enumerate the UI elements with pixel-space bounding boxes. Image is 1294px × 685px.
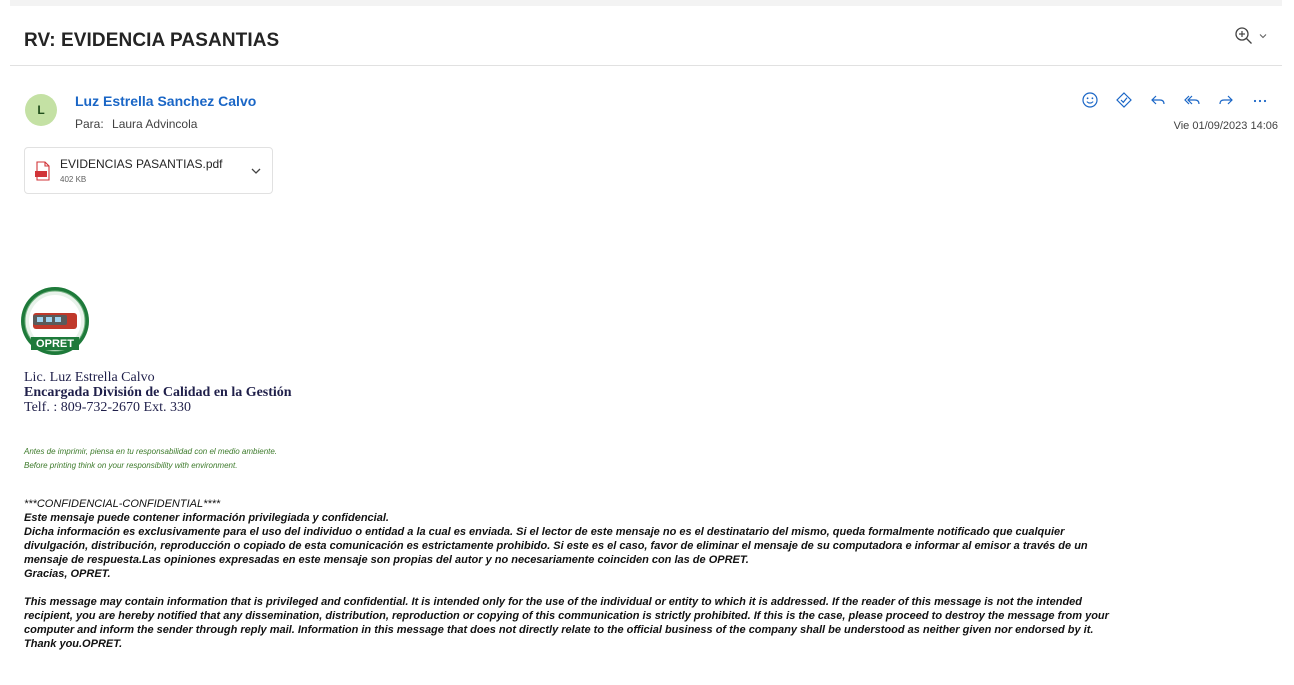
confidential-en-line2: recipient, you are hereby notified that …: [24, 610, 1109, 622]
reply-button[interactable]: [1148, 90, 1168, 110]
attachment-name: EVIDENCIAS PASANTIAS.pdf: [60, 157, 223, 171]
signature-block: Lic. Luz Estrella Calvo Encargada Divisi…: [24, 370, 292, 415]
smiley-icon: [1082, 92, 1098, 108]
opret-logo: OPRET: [21, 287, 89, 355]
signature-phone: Telf. : 809-732-2670 Ext. 330: [24, 400, 191, 415]
eco-notice: Antes de imprimir, piensa en tu responsa…: [24, 445, 277, 473]
zoom-control[interactable]: [1234, 26, 1268, 46]
confidential-es-line3: divulgación, distribución, reproducción …: [24, 540, 1088, 552]
sender-name[interactable]: Luz Estrella Sanchez Calvo: [75, 93, 256, 109]
confidential-en-line4: Thank you.OPRET.: [24, 638, 123, 650]
more-icon: [1253, 99, 1267, 103]
immersive-reader-icon: [1116, 92, 1132, 108]
immersive-reader-button[interactable]: [1114, 90, 1134, 110]
more-actions-button[interactable]: [1250, 90, 1270, 110]
confidential-es-line5: Gracias, OPRET.: [24, 568, 111, 580]
attachment-card[interactable]: EVIDENCIAS PASANTIAS.pdf 402 KB: [24, 147, 273, 194]
confidential-en-line1: This message may contain information tha…: [24, 596, 1083, 608]
subject-bar: RV: EVIDENCIA PASANTIAS: [10, 8, 1282, 66]
eco-notice-es: Antes de imprimir, piensa en tu responsa…: [24, 447, 278, 456]
eco-notice-en: Before printing think on your responsibi…: [24, 461, 238, 470]
reply-all-icon: [1184, 95, 1200, 105]
email-subject: RV: EVIDENCIA PASANTIAS: [24, 30, 280, 51]
forward-icon: [1219, 95, 1233, 105]
attachment-size: 402 KB: [60, 175, 87, 184]
confidential-es-line4: mensaje de respuesta.Las opiniones expre…: [24, 554, 749, 566]
chevron-down-icon[interactable]: [248, 163, 264, 179]
message-actions: [1080, 90, 1270, 110]
recipient-line: Para: Laura Advincola: [75, 117, 197, 131]
zoom-in-icon[interactable]: [1234, 26, 1254, 46]
confidential-en-line3: computer and inform the sender through r…: [24, 624, 1094, 636]
to-label: Para:: [75, 117, 104, 131]
chevron-down-icon[interactable]: [1258, 31, 1268, 41]
signature-title: Encargada División de Calidad en la Gest…: [24, 385, 292, 400]
reply-icon: [1151, 95, 1165, 105]
confidential-es-line1: Este mensaje puede contener información …: [24, 512, 389, 524]
confidential-es-line2: Dicha información es exclusivamente para…: [24, 526, 1065, 538]
forward-button[interactable]: [1216, 90, 1236, 110]
pdf-file-icon: [35, 161, 50, 181]
top-strip: [10, 0, 1282, 6]
confidential-header: ***CONFIDENCIAL-CONFIDENTIAL****: [24, 498, 221, 510]
sender-avatar[interactable]: L: [25, 94, 57, 126]
signature-name: Lic. Luz Estrella Calvo: [24, 370, 155, 385]
confidentiality-notice: ***CONFIDENCIAL-CONFIDENTIAL**** Este me…: [24, 497, 1274, 651]
logo-text: OPRET: [36, 338, 74, 350]
reply-all-button[interactable]: [1182, 90, 1202, 110]
recipient-name[interactable]: Laura Advincola: [112, 117, 197, 131]
sent-date: Vie 01/09/2023 14:06: [1173, 120, 1278, 132]
emoji-button[interactable]: [1080, 90, 1100, 110]
